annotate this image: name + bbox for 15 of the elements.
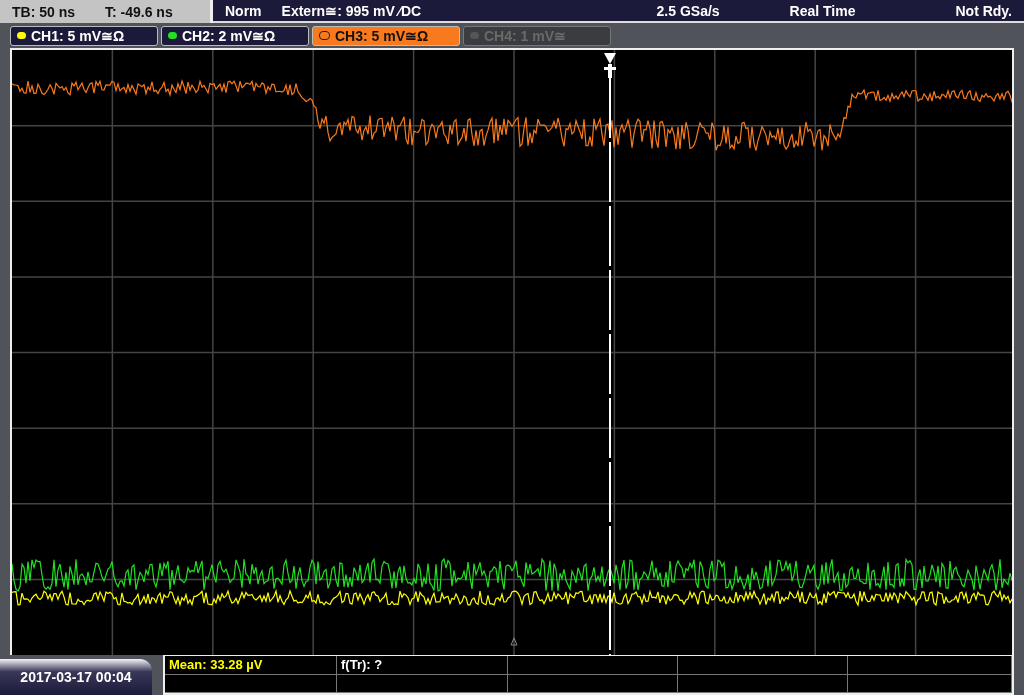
- center-marker-icon: [510, 637, 518, 646]
- channel-tab[interactable]: CH2: 2 mV≅Ω: [161, 25, 309, 46]
- date-time: 2017-03-17 00:04: [0, 659, 152, 695]
- acquisition-mode: Real Time: [789, 2, 856, 19]
- timebase: TB: 50 ns: [12, 3, 75, 20]
- trigger-mode: Norm: [225, 2, 262, 19]
- channel-tab[interactable]: CH3: 5 mV≅Ω: [312, 25, 460, 46]
- measurement-cell: f(Tr): ?: [337, 656, 508, 675]
- trigger-time: T: -49.6 ns: [105, 3, 173, 20]
- channel-tab[interactable]: CH1: 5 mV≅Ω: [10, 25, 158, 46]
- trigger-marker-icon[interactable]: [604, 53, 616, 78]
- status: Not Rdy.: [955, 2, 1012, 19]
- measurement-cell: Mean: 33.28 µV: [165, 656, 337, 675]
- sample-rate: 2.5 GSa/s: [656, 2, 720, 19]
- trigger-source: Extern≅: 995 mV ⁄DC: [281, 2, 422, 19]
